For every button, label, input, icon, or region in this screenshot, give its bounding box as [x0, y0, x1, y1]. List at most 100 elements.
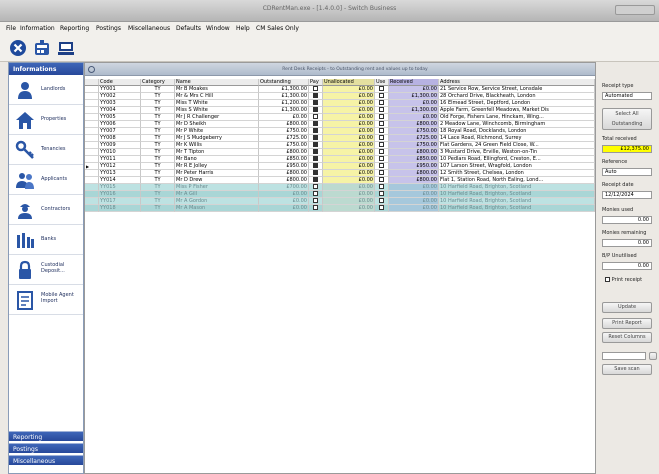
use-checkbox[interactable] [379, 191, 384, 196]
row-selector[interactable] [85, 86, 99, 93]
pay-cell[interactable] [309, 86, 323, 93]
column-header-address[interactable]: Address [439, 79, 595, 86]
use-cell[interactable] [375, 142, 389, 149]
pay-checkbox[interactable] [313, 142, 318, 147]
column-header-unallocated[interactable]: Unallocated [323, 79, 375, 86]
reset-columns-button[interactable]: Reset Columns [602, 332, 652, 343]
table-row[interactable]: YY013 TY Mr Peter Harris £800.00 £0.00 £800.0… [85, 170, 595, 177]
pay-checkbox[interactable] [313, 191, 318, 196]
pay-cell[interactable] [309, 128, 323, 135]
use-cell[interactable] [375, 156, 389, 163]
sidebar-item-banks[interactable]: Banks [9, 225, 83, 255]
row-selector[interactable] [85, 142, 99, 149]
scan-input[interactable] [602, 352, 646, 360]
use-checkbox[interactable] [379, 100, 384, 105]
pay-checkbox[interactable] [313, 135, 318, 140]
pay-cell[interactable] [309, 142, 323, 149]
table-row[interactable]: YY010 TY Mr T Tipton £800.00 £0.00 £800.00 3 M… [85, 149, 595, 156]
use-cell[interactable] [375, 107, 389, 114]
pay-checkbox[interactable] [313, 100, 318, 105]
row-selector[interactable] [85, 198, 99, 205]
menu-window[interactable]: Window [206, 25, 230, 32]
computer-icon[interactable] [56, 38, 76, 58]
pay-checkbox[interactable] [313, 86, 318, 91]
use-cell[interactable] [375, 114, 389, 121]
menu-postings[interactable]: Postings [96, 25, 121, 32]
print-report-button[interactable]: Print Report [602, 318, 652, 329]
use-cell[interactable] [375, 135, 389, 142]
pay-checkbox[interactable] [313, 121, 318, 126]
pay-checkbox[interactable] [313, 114, 318, 119]
close-icon[interactable] [8, 38, 28, 58]
row-selector[interactable] [85, 156, 99, 163]
use-checkbox[interactable] [379, 93, 384, 98]
menu-help[interactable]: Help [236, 25, 250, 32]
use-cell[interactable] [375, 198, 389, 205]
row-selector[interactable]: ▶ [85, 163, 99, 170]
sidebar-footer-miscellaneous[interactable]: Miscellaneous [9, 455, 83, 465]
menu-information[interactable]: Information [20, 25, 55, 32]
use-checkbox[interactable] [379, 198, 384, 203]
row-selector[interactable] [85, 121, 99, 128]
menu-reporting[interactable]: Reporting [60, 25, 89, 32]
row-selector[interactable] [85, 170, 99, 177]
use-cell[interactable] [375, 191, 389, 198]
sidebar-item-tenancies[interactable]: Tenancies [9, 135, 83, 165]
calculator-icon[interactable] [32, 38, 52, 58]
column-header-pay[interactable]: Pay [309, 79, 323, 86]
refresh-icon[interactable] [88, 66, 95, 73]
use-cell[interactable] [375, 163, 389, 170]
pay-checkbox[interactable] [313, 184, 318, 189]
pay-cell[interactable] [309, 107, 323, 114]
row-selector[interactable] [85, 93, 99, 100]
pay-cell[interactable] [309, 100, 323, 107]
sidebar-header[interactable]: Informations [9, 63, 83, 75]
table-row[interactable]: YY018 TY Mr A Mason £0.00 £0.00 £0.00 10 Harfi… [85, 205, 595, 212]
pay-cell[interactable] [309, 135, 323, 142]
pay-cell[interactable] [309, 163, 323, 170]
row-selector[interactable] [85, 149, 99, 156]
use-checkbox[interactable] [379, 170, 384, 175]
row-selector[interactable] [85, 205, 99, 212]
pay-checkbox[interactable] [313, 177, 318, 182]
sidebar-footer-reporting[interactable]: Reporting [9, 431, 83, 441]
use-checkbox[interactable] [379, 121, 384, 126]
row-selector[interactable] [85, 114, 99, 121]
table-row[interactable]: YY004 TY Miss S White £1,300.00 £0.00 £1,300.… [85, 107, 595, 114]
pay-cell[interactable] [309, 149, 323, 156]
table-row[interactable]: ▶ YY012 TY Mr R E Jolley £950.00 £0.00 £950.00… [85, 163, 595, 170]
pay-checkbox[interactable] [313, 170, 318, 175]
column-header-name[interactable]: Name [175, 79, 259, 86]
receipt-date-picker[interactable]: 12/12/2024 [602, 191, 652, 199]
pay-checkbox[interactable] [313, 128, 318, 133]
table-row[interactable]: YY015 TY Miss P Fisher £700.00 £0.00 £0.00 10 … [85, 184, 595, 191]
table-row[interactable]: YY008 TY Mr J S Mudgeberry £725.00 £0.00 £725… [85, 135, 595, 142]
row-selector[interactable] [85, 128, 99, 135]
pay-cell[interactable] [309, 205, 323, 212]
column-header-category[interactable]: Category [141, 79, 175, 86]
use-checkbox[interactable] [379, 205, 384, 210]
pay-cell[interactable] [309, 198, 323, 205]
table-row[interactable]: YY003 TY Miss T White £1,200.00 £0.00 £0.00 16… [85, 100, 595, 107]
pay-checkbox[interactable] [313, 156, 318, 161]
use-cell[interactable] [375, 205, 389, 212]
use-cell[interactable] [375, 121, 389, 128]
sidebar-item-landlords[interactable]: Landlords [9, 75, 83, 105]
use-checkbox[interactable] [379, 142, 384, 147]
row-selector[interactable] [85, 107, 99, 114]
row-selector[interactable] [85, 100, 99, 107]
use-checkbox[interactable] [379, 156, 384, 161]
pay-cell[interactable] [309, 114, 323, 121]
pay-checkbox[interactable] [313, 149, 318, 154]
row-selector[interactable] [85, 184, 99, 191]
sidebar-item-contractors[interactable]: Contractors [9, 195, 83, 225]
use-checkbox[interactable] [379, 86, 384, 91]
sidebar-item-custodial-deposit[interactable]: Custodial Deposit... [9, 255, 83, 285]
column-header-received[interactable]: Received [389, 79, 439, 86]
row-selector[interactable] [85, 135, 99, 142]
pay-cell[interactable] [309, 93, 323, 100]
save-scan-button[interactable]: Save scan [602, 364, 652, 375]
pay-checkbox[interactable] [313, 163, 318, 168]
pay-checkbox[interactable] [313, 205, 318, 210]
use-cell[interactable] [375, 149, 389, 156]
